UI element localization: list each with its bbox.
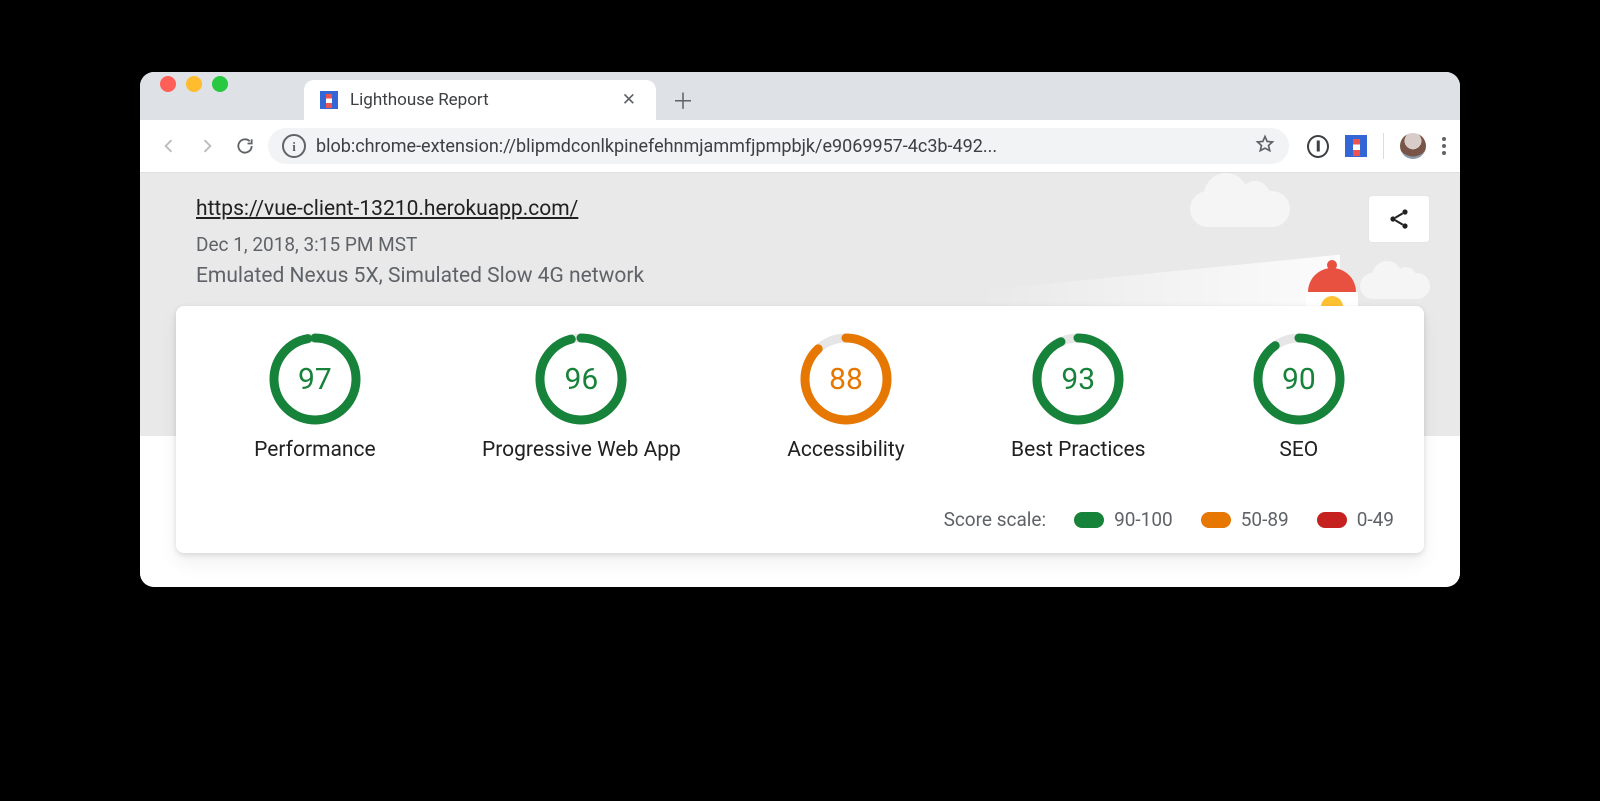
- gauge-ring: 96: [534, 332, 628, 426]
- swatch-green-icon: [1074, 512, 1104, 528]
- profile-avatar[interactable]: [1400, 133, 1426, 159]
- gauge-ring: 88: [799, 332, 893, 426]
- lighthouse-extension-icon[interactable]: [1345, 135, 1367, 157]
- gauge-ring: 90: [1252, 332, 1346, 426]
- gauge-value: 93: [1031, 332, 1125, 426]
- content-bg: [140, 553, 1460, 587]
- forward-button[interactable]: [192, 131, 222, 161]
- reload-button[interactable]: [230, 131, 260, 161]
- scale-fail: 0-49: [1317, 508, 1394, 531]
- browser-window: Lighthouse Report ✕ ＋ blob:chrome-extens…: [140, 72, 1460, 587]
- toolbar-extensions: [1297, 133, 1446, 159]
- gauge-value: 90: [1252, 332, 1346, 426]
- address-url: blob:chrome-extension://blipmdconlkpinef…: [316, 136, 1245, 157]
- tab-lighthouse-report[interactable]: Lighthouse Report ✕: [304, 80, 656, 120]
- gauge-label: Performance: [254, 438, 375, 462]
- gauge-label: SEO: [1279, 438, 1318, 462]
- score-scale-label: Score scale:: [944, 508, 1047, 531]
- site-info-icon[interactable]: [282, 134, 306, 158]
- gauge-value: 88: [799, 332, 893, 426]
- share-button[interactable]: [1368, 195, 1430, 243]
- gauge-accessibility[interactable]: 88 Accessibility: [787, 332, 905, 462]
- scale-avg-text: 50-89: [1241, 508, 1289, 531]
- gauge-seo[interactable]: 90 SEO: [1252, 332, 1346, 462]
- score-card: 97 Performance 96 Progressive Web App 88 Acce…: [176, 306, 1424, 553]
- gauge-performance[interactable]: 97 Performance: [254, 332, 375, 462]
- gauge-label: Progressive Web App: [482, 438, 681, 462]
- back-button[interactable]: [154, 131, 184, 161]
- gauge-label: Best Practices: [1011, 438, 1145, 462]
- gauge-ring: 93: [1031, 332, 1125, 426]
- lighthouse-favicon-icon: [320, 91, 338, 109]
- scale-avg: 50-89: [1201, 508, 1289, 531]
- bookmark-icon[interactable]: [1255, 134, 1275, 159]
- gauge-ring: 97: [268, 332, 362, 426]
- gauge-value: 97: [268, 332, 362, 426]
- toolbar-separator: [1383, 133, 1384, 159]
- score-scale: Score scale: 90-100 50-89 0-49: [206, 508, 1394, 531]
- close-window-icon[interactable]: [160, 76, 176, 92]
- score-gauges: 97 Performance 96 Progressive Web App 88 Acce…: [206, 332, 1394, 462]
- toolbar: blob:chrome-extension://blipmdconlkpinef…: [140, 120, 1460, 173]
- gauge-value: 96: [534, 332, 628, 426]
- scale-pass-text: 90-100: [1114, 508, 1173, 531]
- scale-pass: 90-100: [1074, 508, 1173, 531]
- fullscreen-window-icon[interactable]: [212, 76, 228, 92]
- report-url-link[interactable]: https://vue-client-13210.herokuapp.com/: [196, 197, 578, 221]
- cloud-icon: [1190, 191, 1290, 227]
- tab-strip: Lighthouse Report ✕ ＋: [140, 72, 1460, 120]
- chrome-menu-icon[interactable]: [1442, 137, 1446, 155]
- swatch-red-icon: [1317, 512, 1347, 528]
- gauge-label: Accessibility: [787, 438, 905, 462]
- tab-title: Lighthouse Report: [350, 90, 606, 110]
- address-bar[interactable]: blob:chrome-extension://blipmdconlkpinef…: [268, 128, 1289, 164]
- minimize-window-icon[interactable]: [186, 76, 202, 92]
- swatch-orange-icon: [1201, 512, 1231, 528]
- scale-fail-text: 0-49: [1357, 508, 1394, 531]
- close-tab-icon[interactable]: ✕: [618, 90, 640, 110]
- extension-1-icon[interactable]: [1307, 135, 1329, 157]
- new-tab-button[interactable]: ＋: [666, 83, 700, 117]
- gauge-best-practices[interactable]: 93 Best Practices: [1011, 332, 1145, 462]
- report-timestamp: Dec 1, 2018, 3:15 PM MST: [196, 233, 1404, 256]
- window-controls: [152, 72, 304, 120]
- gauge-pwa[interactable]: 96 Progressive Web App: [482, 332, 681, 462]
